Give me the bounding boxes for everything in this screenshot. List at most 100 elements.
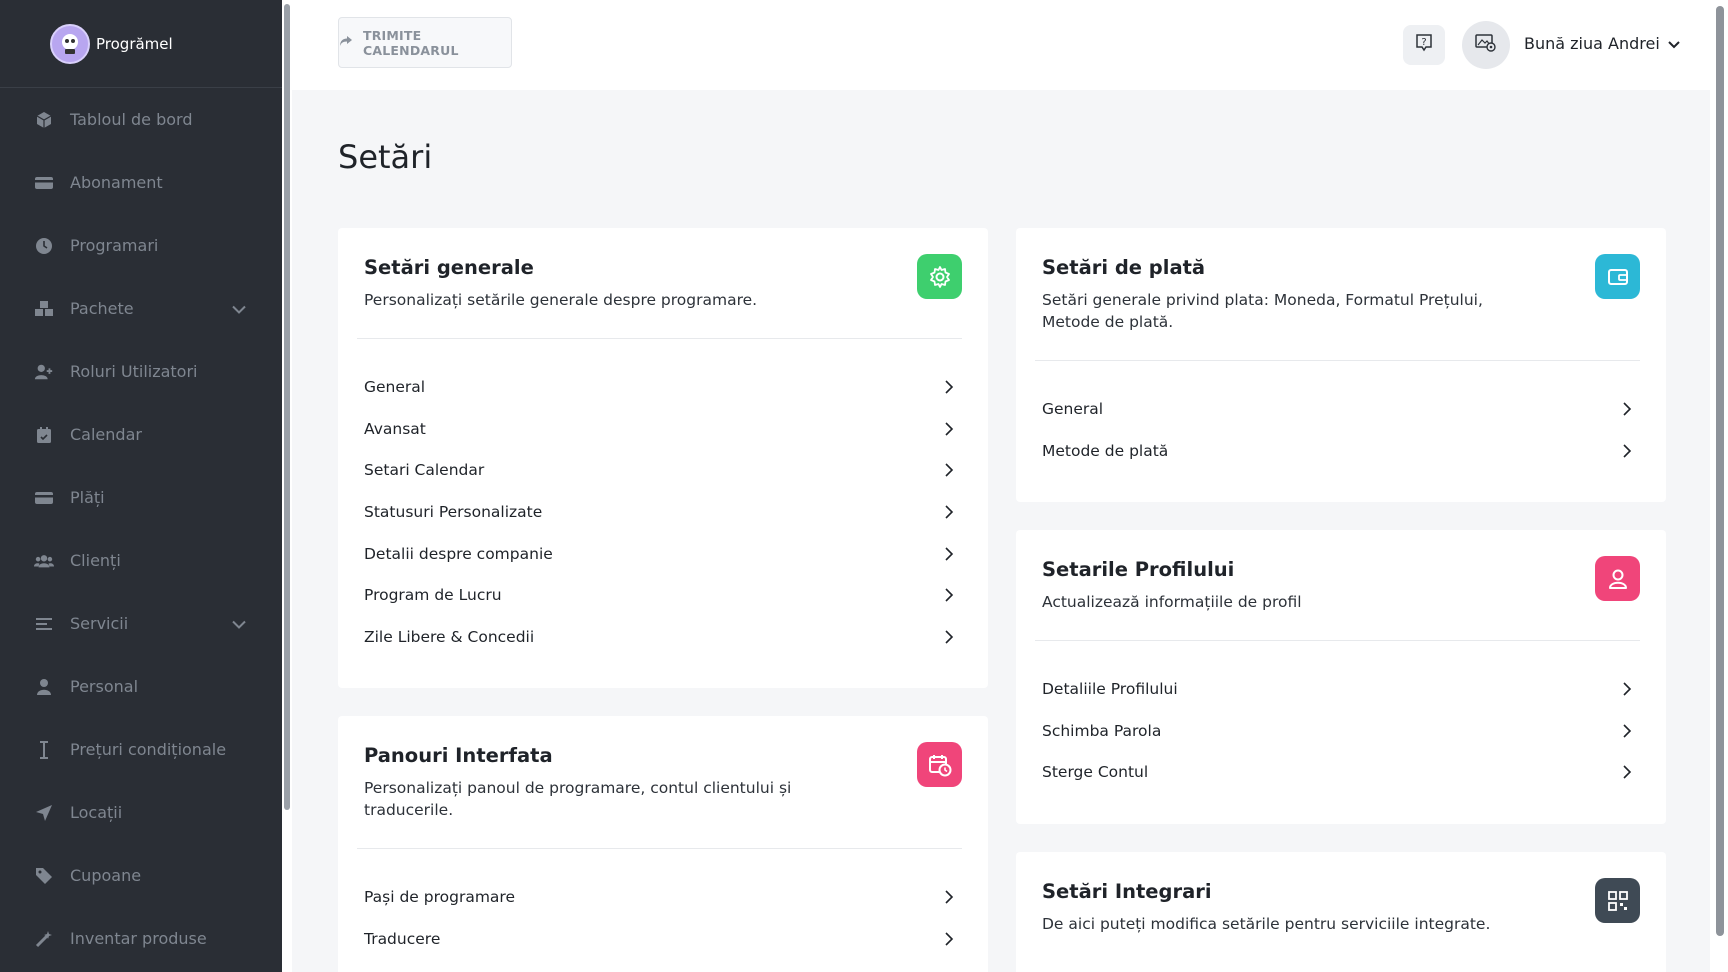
list-item-payment-general[interactable]: General (1016, 388, 1666, 430)
sidebar-item-appointments[interactable]: Programari (0, 214, 282, 277)
list-item-booking-steps[interactable]: Pași de programare (338, 876, 988, 918)
list-item-label: Sterge Contul (1042, 763, 1149, 782)
avatar[interactable] (1462, 21, 1510, 69)
calendar-icon (34, 425, 54, 445)
user-menu[interactable]: Bună ziua Andrei (1524, 34, 1680, 53)
brand[interactable]: Progrămel (0, 0, 282, 88)
list-item-advanced[interactable]: Avansat (338, 408, 988, 450)
qr-icon (1595, 878, 1640, 923)
list-item-general[interactable]: General (338, 366, 988, 408)
profile-settings-list: Detaliile Profilului Schimba Parola Ster… (1016, 641, 1666, 793)
sidebar-item-user-roles[interactable]: Roluri Utilizatori (0, 340, 282, 403)
chevron-right-icon (1623, 765, 1632, 779)
sidebar-item-label: Programari (70, 236, 159, 255)
cursor-icon (34, 740, 54, 760)
profile-settings-card: Setarile Profilului Actualizează informa… (1016, 530, 1666, 824)
list-item-holidays[interactable]: Zile Libere & Concedii (338, 616, 988, 658)
chevron-right-icon (945, 463, 954, 477)
list-item-work-schedule[interactable]: Program de Lucru (338, 574, 988, 616)
list-item-calendar-settings[interactable]: Setari Calendar (338, 449, 988, 491)
sidebar-scrollbar-thumb[interactable] (284, 4, 290, 810)
location-arrow-icon (34, 803, 54, 823)
sidebar-item-label: Tabloul de bord (70, 110, 193, 129)
chevron-right-icon (945, 890, 954, 904)
payment-settings-card: Setări de plată Setări generale privind … (1016, 228, 1666, 502)
sidebar-item-label: Prețuri condiționale (70, 740, 227, 759)
chevron-right-icon (1623, 682, 1632, 696)
users-icon (34, 551, 54, 571)
sidebar-item-label: Inventar produse (70, 929, 207, 948)
sidebar-scrollbar[interactable] (282, 0, 292, 972)
chevron-right-icon (945, 588, 954, 602)
sidebar-item-label: Abonament (70, 173, 163, 192)
help-button[interactable]: ? (1403, 25, 1445, 65)
sidebar-item-coupons[interactable]: Cupoane (0, 844, 282, 907)
list-item-change-password[interactable]: Schimba Parola (1016, 710, 1666, 752)
share-calendar-label: TRIMITE CALENDARUL (363, 27, 459, 58)
card-description: Personalizați panoul de programare, cont… (364, 779, 792, 819)
chevron-right-icon (945, 380, 954, 394)
wallet-icon (1595, 254, 1640, 299)
card-title: Panouri Interfata (364, 744, 553, 767)
card-title: Setarile Profilului (1042, 558, 1235, 581)
top-header: TRIMITE CALENDARUL ? Bună ziua Andrei (292, 0, 1710, 90)
list-item-label: Detaliile Profilului (1042, 679, 1178, 698)
sidebar-item-label: Servicii (70, 614, 129, 633)
clock-icon (34, 236, 54, 256)
calendar-clock-icon (917, 742, 962, 787)
list-item-custom-statuses[interactable]: Statusuri Personalizate (338, 491, 988, 533)
sidebar-item-inventory[interactable]: Inventar produse (0, 907, 282, 970)
sidebar-item-label: Locații (70, 803, 123, 822)
sidebar-item-payments[interactable]: Plăți (0, 466, 282, 529)
sidebar-item-label: Cupoane (70, 866, 142, 885)
chevron-right-icon (945, 505, 954, 519)
gear-icon (917, 254, 962, 299)
greeting-text: Bună ziua Andrei (1524, 34, 1660, 53)
list-item-translation[interactable]: Traducere (338, 918, 988, 960)
card-description: Actualizează informațiile de profil (1042, 593, 1302, 611)
list-item-label: Schimba Parola (1042, 721, 1162, 740)
chevron-right-icon (945, 421, 954, 436)
person-icon (34, 677, 54, 697)
card-icon (34, 488, 54, 508)
list-item-label: Setari Calendar (364, 461, 485, 480)
sidebar-item-label: Roluri Utilizatori (70, 362, 198, 381)
brand-name: Progrămel (96, 34, 173, 53)
sidebar-item-packages[interactable]: Pachete (0, 277, 282, 340)
chevron-right-icon (1623, 402, 1632, 416)
chevron-right-icon (945, 547, 954, 561)
sidebar-item-calendar[interactable]: Calendar (0, 403, 282, 466)
sidebar-item-clients[interactable]: Clienți (0, 529, 282, 592)
card-description: Personalizați setările generale despre p… (364, 291, 758, 309)
list-item-label: Metode de plată (1042, 441, 1169, 460)
general-settings-card: Setări generale Personalizați setările g… (338, 228, 988, 688)
main-scrollbar-thumb[interactable] (1716, 6, 1724, 936)
sidebar-item-conditional-prices[interactable]: Prețuri condiționale (0, 718, 282, 781)
list-item-label: Program de Lucru (364, 586, 502, 605)
share-calendar-button[interactable]: TRIMITE CALENDARUL (338, 17, 512, 68)
list-item-label: Statusuri Personalizate (364, 502, 543, 521)
sidebar-item-label: Clienți (70, 551, 121, 570)
chevron-down-icon[interactable] (232, 614, 246, 633)
list-item-delete-account[interactable]: Sterge Contul (1016, 751, 1666, 793)
card-title: Setări Integrari (1042, 880, 1212, 903)
list-item-payment-methods[interactable]: Metode de plată (1016, 430, 1666, 472)
list-item-profile-details[interactable]: Detaliile Profilului (1016, 668, 1666, 710)
sidebar-item-staff[interactable]: Personal (0, 655, 282, 718)
sidebar-item-dashboard[interactable]: Tabloul de bord (0, 88, 282, 151)
sidebar-item-subscription[interactable]: Abonament (0, 151, 282, 214)
chevron-right-icon (945, 630, 954, 644)
tag-icon (34, 866, 54, 886)
list-item-label: Detalii despre companie (364, 544, 553, 563)
sidebar-item-services[interactable]: Servicii (0, 592, 282, 655)
main-scrollbar[interactable] (1710, 0, 1728, 972)
packages-icon (34, 299, 54, 319)
list-item-company-details[interactable]: Detalii despre companie (338, 533, 988, 575)
sidebar-item-label: Plăți (70, 488, 105, 507)
chevron-right-icon (1623, 443, 1632, 458)
chevron-down-icon[interactable] (232, 299, 246, 318)
sidebar-item-label: Personal (70, 677, 139, 696)
list-item-label: General (364, 377, 426, 396)
help-icon: ? (1414, 33, 1434, 57)
sidebar-item-locations[interactable]: Locații (0, 781, 282, 844)
